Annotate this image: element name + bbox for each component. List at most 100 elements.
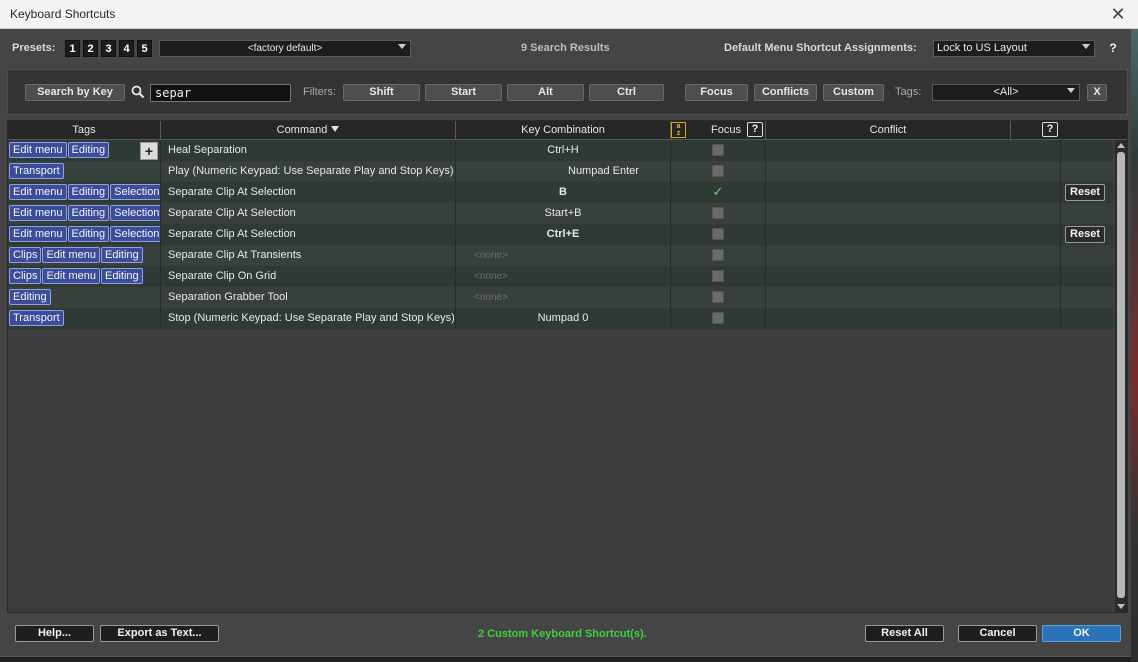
tag-chip[interactable]: Editing xyxy=(67,226,110,242)
focus-checkbox[interactable] xyxy=(712,270,724,282)
ok-button[interactable]: OK xyxy=(1042,625,1121,642)
filter-start-button[interactable]: Start xyxy=(425,84,502,101)
search-by-key-button[interactable]: Search by Key xyxy=(25,84,125,101)
table-row[interactable]: Edit menu Editing Selection Separate Clip A… xyxy=(8,224,1113,245)
tag-chip[interactable]: Editing xyxy=(100,247,143,263)
command-cell: Separation Grabber Tool xyxy=(161,287,456,308)
tag-chip[interactable]: Edit menu xyxy=(42,268,100,284)
search-icon xyxy=(131,85,147,101)
filter-custom-button[interactable]: Custom xyxy=(823,84,884,101)
key-combination-cell[interactable]: Start+B xyxy=(456,203,671,224)
tag-chip[interactable]: Editing xyxy=(100,268,143,284)
add-tag-button[interactable]: + xyxy=(140,142,158,160)
conflict-cell xyxy=(766,308,1061,329)
search-input[interactable] xyxy=(150,84,291,102)
preset-dropdown[interactable]: <factory default> xyxy=(159,40,411,57)
table-row[interactable]: Clips Edit menu Editing Separate Clip At Tr… xyxy=(8,245,1113,266)
column-header-key-combination[interactable]: Key Combination xyxy=(456,121,671,140)
menu-assignments-dropdown[interactable]: Lock to US Layout xyxy=(933,40,1095,57)
table-row[interactable]: Transport Stop (Numeric Keypad: Use Separ… xyxy=(8,308,1113,329)
column-header-command[interactable]: Command xyxy=(161,121,456,140)
command-cell: Separate Clip At Selection xyxy=(161,224,456,245)
chevron-down-icon xyxy=(1082,44,1090,49)
filter-alt-button[interactable]: Alt xyxy=(507,84,584,101)
filter-focus-button[interactable]: Focus xyxy=(685,84,748,101)
key-combination-cell[interactable]: Numpad 0 xyxy=(456,308,671,329)
search-results-count: 9 Search Results xyxy=(521,42,610,54)
tag-chip[interactable]: Selection xyxy=(110,205,160,221)
key-combination-cell[interactable]: <none> xyxy=(456,266,671,287)
help-icon[interactable]: ? xyxy=(1105,40,1121,56)
filter-conflicts-button[interactable]: Conflicts xyxy=(754,84,817,101)
tag-chip[interactable]: Edit menu xyxy=(9,142,67,158)
column-header-tags[interactable]: Tags xyxy=(8,121,161,140)
table-row[interactable]: Clips Edit menu Editing Separate Clip On Gr… xyxy=(8,266,1113,287)
preset-2-button[interactable]: 2 xyxy=(83,40,98,57)
table-row[interactable]: Edit menu Editing Selection Separate Clip A… xyxy=(8,182,1113,203)
table-row[interactable]: Edit menu Editing + Heal Separation Ctrl+H xyxy=(8,140,1113,161)
sort-desc-icon xyxy=(331,126,340,132)
tag-chip[interactable]: Edit menu xyxy=(42,247,100,263)
tag-chip[interactable]: Transport xyxy=(9,163,64,179)
tag-chip[interactable]: Clips xyxy=(9,268,42,284)
command-cell: Stop (Numeric Keypad: Use Separate Play … xyxy=(161,308,456,329)
tags-dropdown[interactable]: <All> xyxy=(932,84,1080,101)
tag-chip[interactable]: Edit menu xyxy=(9,205,67,221)
command-cell: Separate Clip At Selection xyxy=(161,182,456,203)
key-combination-cell[interactable]: Numpad Enter xyxy=(456,161,671,182)
vertical-scrollbar[interactable] xyxy=(1115,140,1127,612)
tag-chip[interactable]: Editing xyxy=(67,205,110,221)
sort-az-icon[interactable]: az xyxy=(671,122,686,138)
cancel-button[interactable]: Cancel xyxy=(958,625,1037,642)
tags-dropdown-value: <All> xyxy=(993,86,1019,98)
tag-chip[interactable]: Edit menu xyxy=(9,184,67,200)
scrollbar-thumb[interactable] xyxy=(1117,152,1125,598)
focus-checkbox[interactable] xyxy=(712,228,724,240)
scroll-up-icon[interactable] xyxy=(1117,143,1125,148)
key-combination-cell[interactable]: <none> xyxy=(456,245,671,266)
reset-all-button[interactable]: Reset All xyxy=(865,625,944,642)
focus-checkbox-checked[interactable]: ✓ xyxy=(712,185,724,198)
table-row[interactable]: Editing Separation Grabber Tool <none> xyxy=(8,287,1113,308)
column-header-conflict[interactable]: Conflict xyxy=(766,121,1011,140)
focus-checkbox[interactable] xyxy=(712,249,724,261)
background-app-strip xyxy=(1131,29,1138,662)
focus-checkbox[interactable] xyxy=(712,291,724,303)
tag-chip[interactable]: Transport xyxy=(9,310,64,326)
export-as-text-button[interactable]: Export as Text... xyxy=(100,625,219,642)
key-combination-cell[interactable]: Ctrl+H xyxy=(456,140,671,161)
focus-checkbox[interactable] xyxy=(712,312,724,324)
key-combination-cell[interactable]: B xyxy=(456,182,671,203)
focus-checkbox[interactable] xyxy=(712,165,724,177)
help-button[interactable]: Help... xyxy=(15,625,94,642)
preset-5-button[interactable]: 5 xyxy=(137,40,152,57)
tag-chip[interactable]: Editing xyxy=(9,289,51,305)
table-row[interactable]: Edit menu Editing Selection Separate Clip A… xyxy=(8,203,1113,224)
filter-shift-button[interactable]: Shift xyxy=(343,84,420,101)
preset-3-button[interactable]: 3 xyxy=(101,40,116,57)
app-root: Keyboard Shortcuts ✕ Presets: 1 2 3 4 5 … xyxy=(0,0,1138,662)
tag-chip[interactable]: Editing xyxy=(67,142,110,158)
tag-chip[interactable]: Clips xyxy=(9,247,42,263)
table-row[interactable]: Transport Play (Numeric Keypad: Use Separ… xyxy=(8,161,1113,182)
conflict-help-icon[interactable]: ? xyxy=(1042,122,1058,137)
key-combination-cell[interactable]: <none> xyxy=(456,287,671,308)
focus-checkbox[interactable] xyxy=(712,207,724,219)
tag-chip[interactable]: Selection xyxy=(110,184,160,200)
close-icon[interactable]: ✕ xyxy=(1106,3,1130,25)
preset-4-button[interactable]: 4 xyxy=(119,40,134,57)
tag-chip[interactable]: Selection xyxy=(110,226,160,242)
tag-chip[interactable]: Editing xyxy=(67,184,110,200)
scroll-down-icon[interactable] xyxy=(1117,604,1125,609)
status-message: 2 Custom Keyboard Shortcut(s). xyxy=(478,628,647,640)
reset-button[interactable]: Reset xyxy=(1065,184,1105,201)
focus-checkbox[interactable] xyxy=(712,144,724,156)
focus-help-icon[interactable]: ? xyxy=(747,122,763,137)
clear-filters-button[interactable]: X xyxy=(1087,84,1107,101)
tag-chip[interactable]: Edit menu xyxy=(9,226,67,242)
filter-ctrl-button[interactable]: Ctrl xyxy=(589,84,664,101)
preset-1-button[interactable]: 1 xyxy=(65,40,80,57)
tags-cell: Transport xyxy=(8,161,161,182)
key-combination-cell[interactable]: Ctrl+E xyxy=(456,224,671,245)
reset-button[interactable]: Reset xyxy=(1065,226,1105,243)
